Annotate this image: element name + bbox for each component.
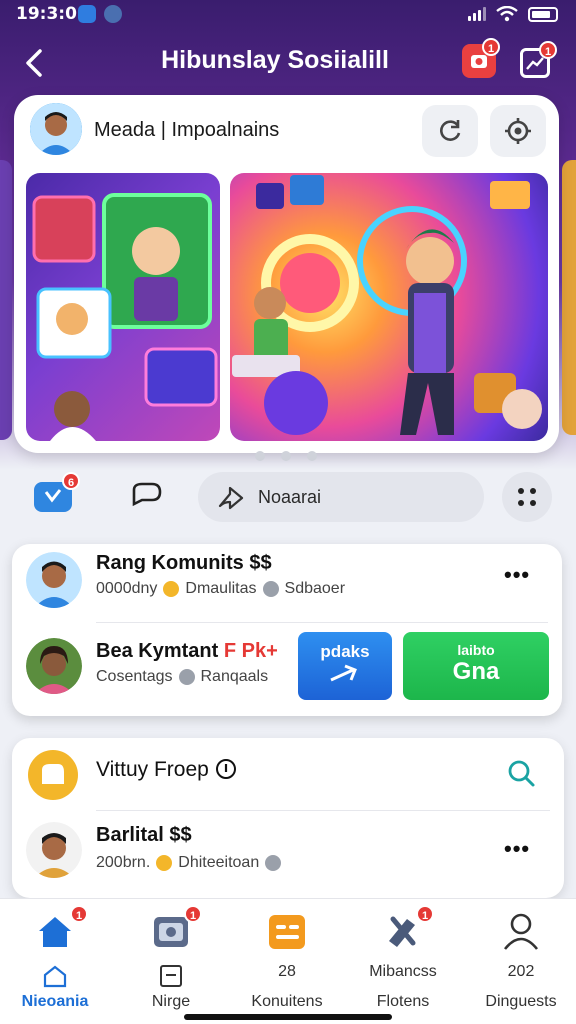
notification-badge: 1 (482, 38, 500, 56)
action-row: 6 Noaarai (0, 468, 576, 526)
action-tile-blue[interactable]: pdaks (298, 632, 392, 700)
message-badge: 1 (539, 41, 557, 59)
tab-features[interactable]: 1 Mibancss Flotens (348, 905, 458, 1021)
featured-card: Meada | Impoalnains (14, 95, 559, 453)
group-card: Vittuy Froep Barlital $$ 200brn. Dhiteei… (12, 738, 564, 898)
tab-sublabel: Mibancss (369, 963, 437, 980)
badge-icon (265, 855, 282, 871)
status-bar: 19:3:0 (0, 0, 576, 30)
carousel-dot[interactable] (255, 451, 265, 461)
divider (96, 810, 550, 811)
notifications-button[interactable]: 1 (462, 38, 500, 78)
wifi-icon (496, 6, 518, 22)
avatar[interactable] (26, 822, 82, 878)
coin-icon (163, 581, 180, 597)
settings-button[interactable] (490, 105, 546, 157)
badge-icon (262, 581, 279, 597)
avatar[interactable] (30, 103, 82, 155)
tab-profile[interactable]: 202 Dinguests (466, 911, 576, 1021)
tab-badge: 1 (70, 905, 88, 923)
reply-button[interactable] (128, 480, 164, 517)
list-item-meta: Cosentags Ranqaals (96, 668, 269, 685)
tab-label: Nieoania (21, 993, 89, 1010)
group-title: Vittuy Froep (96, 758, 237, 782)
featured-title: Meada | Impoalnains (94, 119, 280, 141)
page-title: Hibunslay Sosiialill (161, 46, 389, 74)
home-icon (39, 917, 71, 947)
community-list-card: Rang Komunits $$ 0000dny Dmaulitas Sdbao… (12, 544, 562, 716)
featured-image-music[interactable] (230, 173, 548, 441)
tab-communities[interactable]: 28 Konuitens (232, 911, 342, 1021)
more-options-button[interactable]: ••• (504, 836, 530, 862)
messages-button[interactable]: 1 (520, 41, 557, 78)
arrow-right-icon (330, 664, 357, 682)
refresh-button[interactable] (422, 105, 478, 157)
gear-icon (505, 118, 531, 144)
list-item-title: Bea Kymtant F Pk+ (96, 640, 278, 662)
action-tile-green[interactable]: laibto Gna (403, 632, 549, 700)
avatar[interactable] (26, 552, 82, 608)
list-item-title: Barlital $$ (96, 824, 192, 846)
tab-badge: 1 (184, 905, 202, 923)
search-input[interactable]: Noaarai (198, 472, 484, 522)
app-notification-icon (78, 5, 96, 23)
carousel-dot[interactable] (281, 451, 291, 461)
refresh-icon (440, 120, 461, 141)
tab-label: Dinguests (485, 993, 557, 1010)
bottom-navigation: 1 Nieoania 1 Nirge 28 Konuitens 1 Mibanc… (0, 898, 576, 1024)
battery-icon (528, 6, 558, 22)
group-icon (42, 764, 64, 784)
carousel-prev-peek[interactable] (0, 160, 12, 440)
status-time: 19:3:0 (16, 4, 77, 24)
tab-home[interactable]: 1 Nieoania (0, 905, 110, 1021)
list-icon (269, 915, 305, 949)
chat-bubble-button[interactable]: 6 (34, 472, 80, 512)
edit-icon (160, 965, 182, 987)
tab-merge[interactable]: 1 Nirge (116, 905, 226, 1021)
carousel-next-peek[interactable] (562, 160, 576, 435)
list-item-meta: 200brn. Dhiteeitoan (96, 854, 282, 872)
carousel-dot[interactable] (307, 451, 317, 461)
featured-image-gaming[interactable] (26, 173, 220, 441)
app-notification-icon (104, 5, 122, 23)
carousel-indicator[interactable] (255, 451, 317, 461)
tab-sublabel: 28 (278, 963, 296, 980)
search-placeholder: Noaarai (258, 487, 322, 507)
share-icon (218, 486, 244, 510)
chevron-left-icon (26, 49, 42, 77)
tab-badge: 1 (416, 905, 434, 923)
grid-menu-button[interactable] (502, 472, 552, 522)
group-avatar[interactable] (28, 750, 78, 800)
badge-icon (178, 669, 195, 685)
home-outline-icon (43, 965, 67, 988)
user-icon (503, 913, 539, 950)
avatar[interactable] (26, 638, 82, 694)
search-button[interactable] (506, 758, 536, 793)
grid-dots-icon (518, 488, 536, 506)
tab-label: Flotens (376, 993, 430, 1010)
list-item-title: Rang Komunits $$ (96, 552, 272, 574)
more-options-button[interactable]: ••• (504, 562, 530, 588)
speech-bubble-icon (132, 482, 162, 507)
signal-icon (468, 7, 486, 21)
list-item-meta: 0000dny Dmaulitas Sdbaoer (96, 580, 346, 597)
chat-badge: 6 (62, 472, 80, 490)
info-icon[interactable] (215, 758, 237, 780)
coin-icon (156, 855, 173, 871)
divider (96, 622, 548, 623)
tab-label: Konuitens (251, 993, 323, 1010)
app-header: Hibunslay Sosiialill 1 1 (0, 34, 576, 90)
back-button[interactable] (16, 42, 52, 82)
home-indicator[interactable] (184, 1014, 392, 1020)
search-icon (508, 760, 535, 787)
tab-sublabel: 202 (507, 963, 535, 980)
tab-label: Nirge (151, 993, 191, 1010)
